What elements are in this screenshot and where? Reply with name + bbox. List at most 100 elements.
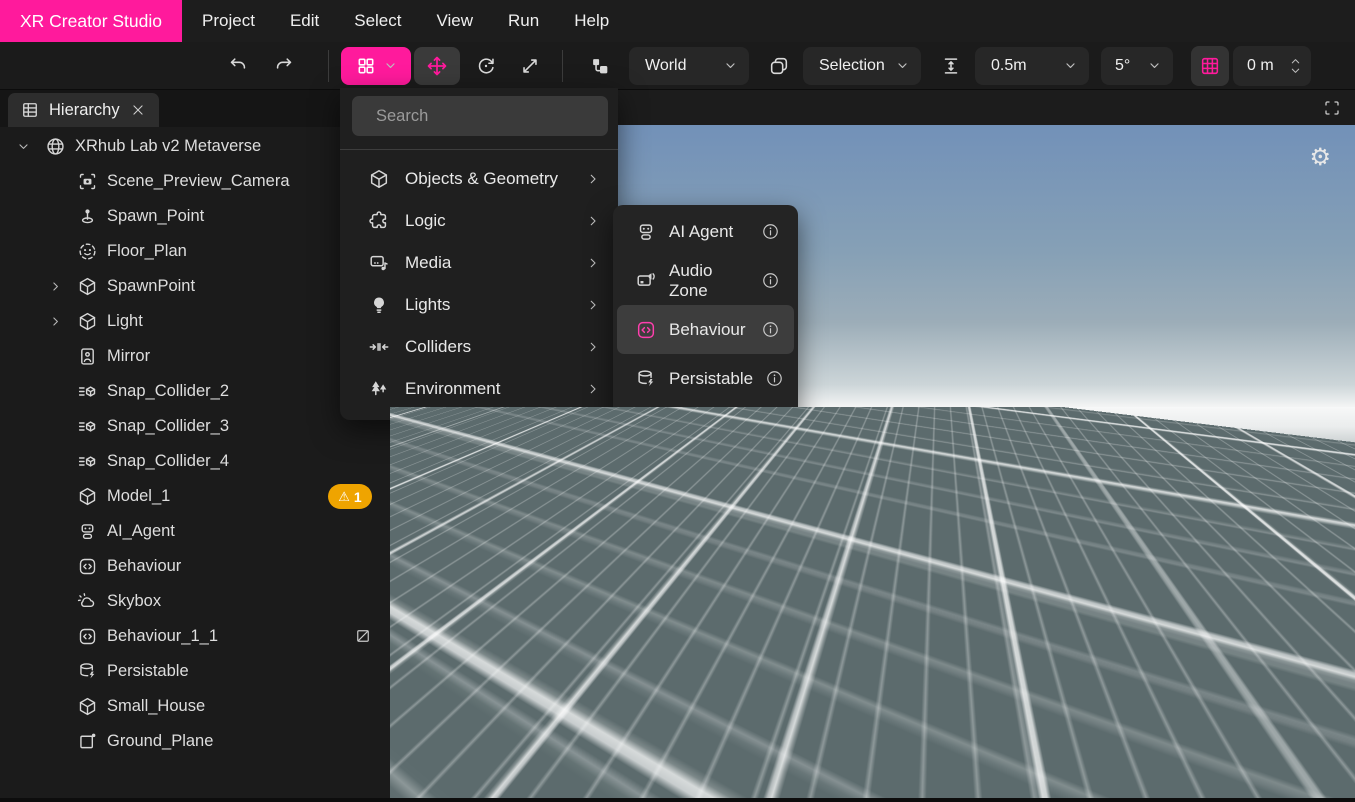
tree-item-label: Model_1	[107, 487, 170, 506]
info-icon[interactable]	[761, 418, 780, 437]
close-icon[interactable]	[129, 101, 147, 119]
menu-item-media[interactable]: Media	[340, 242, 618, 284]
twisty-spacer	[42, 172, 68, 192]
menu-view[interactable]: View	[428, 9, 481, 33]
submenu-item-audio-zone[interactable]: Audio Zone	[617, 256, 794, 305]
tree-item-snap-collider-2[interactable]: Snap_Collider_2	[0, 374, 390, 409]
info-icon[interactable]	[761, 320, 780, 339]
undo-button[interactable]	[222, 50, 254, 82]
menu-item-environment[interactable]: Environment	[340, 368, 618, 410]
submenu-item-label: Persistable	[669, 369, 753, 389]
pivot-mode-dropdown[interactable]: Selection	[803, 47, 921, 85]
tree-item-label: Behaviour	[107, 557, 181, 576]
menu-project[interactable]: Project	[194, 9, 263, 33]
menu-run[interactable]: Run	[500, 9, 547, 33]
tab-hierarchy[interactable]: Hierarchy	[8, 93, 159, 127]
tree-item-persistable[interactable]: Persistable	[0, 654, 390, 689]
fullscreen-icon[interactable]	[1323, 99, 1341, 117]
tree-item-mirror[interactable]: Mirror	[0, 339, 390, 374]
info-icon[interactable]	[761, 222, 780, 241]
menu-bar: XR Creator Studio Project Edit Select Vi…	[0, 0, 1355, 42]
info-icon[interactable]	[761, 271, 780, 290]
grid-snap-button[interactable]	[1191, 46, 1229, 86]
menu-edit[interactable]: Edit	[282, 9, 327, 33]
viewport-control-label: Fly	[578, 768, 597, 784]
menu-item-label: Media	[405, 253, 451, 273]
tree-item-small-house[interactable]: Small_House	[0, 689, 390, 724]
chevron-right-icon[interactable]	[42, 277, 68, 297]
tree-item-ai-agent[interactable]: AI_Agent	[0, 514, 390, 549]
menu-item-lights[interactable]: Lights	[340, 284, 618, 326]
chevron-right-icon[interactable]	[42, 312, 68, 332]
tree-item-label: Spawn_Point	[107, 207, 204, 226]
submenu-item-label: AI Agent	[669, 222, 733, 242]
tree-item-floor-plan[interactable]: Floor_Plan	[0, 234, 390, 269]
chevron-right-icon	[586, 172, 600, 186]
move-snap-dropdown[interactable]: 0.5m	[975, 47, 1089, 85]
app-window: XR Creator Studio Project Edit Select Vi…	[0, 0, 1355, 802]
rotate-tool-button[interactable]	[470, 50, 502, 82]
grid-height-stepper[interactable]: 0 m	[1233, 46, 1311, 86]
chevron-down-icon[interactable]	[10, 137, 36, 157]
tree-item-xrhub-lab-v2-metaverse[interactable]: XRhub Lab v2 Metaverse	[0, 129, 390, 164]
tree-item-scene-preview-camera[interactable]: Scene_Preview_Camera	[0, 164, 390, 199]
environment-icon	[368, 378, 390, 400]
logic-submenu: AI Agent Audio ZoneBehaviour Persistable As…	[613, 205, 798, 454]
tree-item-light[interactable]: Light	[0, 304, 390, 339]
globe-icon	[45, 136, 66, 157]
chevron-down-icon	[1064, 59, 1077, 72]
tree-item-label: XRhub Lab v2 Metaverse	[75, 137, 261, 156]
move-tool-button[interactable]	[414, 47, 460, 85]
menu-item-objects-geometry[interactable]: Objects & Geometry	[340, 158, 618, 200]
light-icon	[368, 294, 390, 316]
height-snap-button[interactable]	[935, 50, 967, 82]
submenu-item-behaviour[interactable]: Behaviour	[617, 305, 794, 354]
submenu-item-persistable[interactable]: Persistable	[617, 354, 794, 403]
tree-item-label: Mirror	[107, 347, 150, 366]
viewport-control-label: Pan	[506, 768, 532, 784]
submenu-item-asset[interactable]: Asset	[617, 403, 794, 452]
camera-icon	[77, 171, 98, 192]
submenu-item-ai-agent[interactable]: AI Agent	[617, 207, 794, 256]
tree-item-ground-plane[interactable]: Ground_Plane	[0, 724, 390, 759]
tree-item-skybox[interactable]: Skybox	[0, 584, 390, 619]
y-axis-label: Y	[1267, 671, 1277, 687]
add-object-button[interactable]	[341, 47, 411, 85]
tree-item-behaviour-1-1[interactable]: Behaviour_1_1	[0, 619, 390, 654]
info-icon[interactable]	[765, 369, 784, 388]
tree-item-behaviour[interactable]: Behaviour	[0, 549, 390, 584]
tree-item-spawn-point[interactable]: Spawn_Point	[0, 199, 390, 234]
menu-select[interactable]: Select	[346, 9, 409, 33]
neg-x-ball	[1225, 707, 1243, 725]
transform-space-dropdown[interactable]: World	[629, 47, 749, 85]
tree-item-label: Skybox	[107, 592, 161, 611]
add-menu-list: Objects & GeometryLogic Media LightsCollid…	[340, 158, 618, 410]
menu-item-colliders[interactable]: Colliders	[340, 326, 618, 368]
frame-selection-button[interactable]	[763, 50, 795, 82]
menu-item-logic[interactable]: Logic	[340, 200, 618, 242]
stepper-arrows[interactable]	[1290, 57, 1301, 75]
menu-help[interactable]: Help	[566, 9, 617, 33]
search-box[interactable]	[352, 96, 608, 136]
tree-item-snap-collider-3[interactable]: Snap_Collider_3	[0, 409, 390, 444]
tree-item-spawnpoint[interactable]: SpawnPoint	[0, 269, 390, 304]
tree-item-model-1[interactable]: Model_1⚠1	[0, 479, 390, 514]
submenu-item-label: Asset	[669, 418, 712, 438]
toolbar-divider	[328, 50, 329, 82]
tree-item-label: Ground_Plane	[107, 732, 213, 751]
chevron-right-icon	[586, 256, 600, 270]
chevron-down-icon	[896, 59, 909, 72]
search-input[interactable]	[374, 106, 598, 127]
twisty-spacer	[42, 557, 68, 577]
menu-item-label: Environment	[405, 379, 500, 399]
chevron-down-icon	[724, 59, 737, 72]
scale-tool-button[interactable]	[514, 50, 546, 82]
viewport-settings-gear-icon[interactable]: ⚙	[1309, 146, 1331, 170]
tree-item-label: AI_Agent	[107, 522, 175, 541]
app-title[interactable]: XR Creator Studio	[0, 0, 182, 42]
redo-button[interactable]	[268, 50, 300, 82]
select-parent-button[interactable]	[583, 50, 617, 82]
rotate-snap-dropdown[interactable]: 5°	[1101, 47, 1173, 85]
orientation-gizmo[interactable]: Y X Z	[1212, 652, 1332, 772]
tree-item-snap-collider-4[interactable]: Snap_Collider_4	[0, 444, 390, 479]
